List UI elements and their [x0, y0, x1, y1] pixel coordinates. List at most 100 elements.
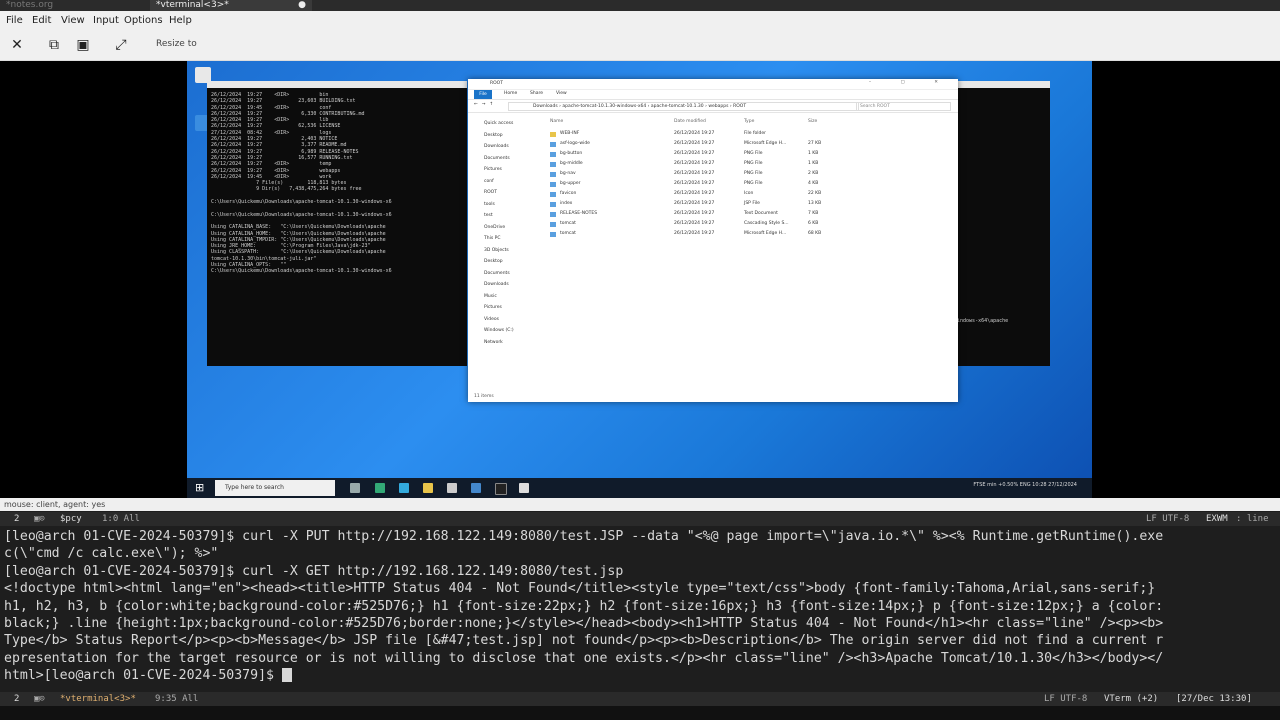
toolbar: ✕ ⧉ ▣ ⤢ Resize to [0, 30, 1280, 61]
store-taskbar-icon[interactable] [447, 483, 457, 493]
file-type: PNG File [744, 181, 763, 186]
file-size: 27 KB [808, 141, 822, 146]
cmd-output: 26/12/2024 19:27 <DIR> bin 26/12/2024 19… [211, 92, 392, 275]
menu-edit[interactable]: Edit [32, 15, 51, 26]
terminal-taskbar-icon[interactable] [495, 483, 507, 495]
tab-notes[interactable]: *notes.org [0, 0, 142, 11]
ribbon-file[interactable]: File [474, 90, 492, 99]
vm-viewer[interactable]: 26/12/2024 19:27 <DIR> bin 26/12/2024 19… [0, 61, 1280, 498]
tab-vterminal[interactable]: *vterminal<3>* ● [150, 0, 312, 11]
file-explorer-window[interactable]: ROOT – ▢ ✕ File Home Share View ←→↑ Down… [468, 79, 958, 402]
nav-item[interactable]: Documents [484, 271, 510, 276]
nav-item[interactable]: Pictures [484, 305, 502, 310]
nav-item[interactable]: Videos [484, 317, 499, 322]
terminal-line: html>[leo@arch 01-CVE-2024-50379]$ [4, 668, 282, 684]
nav-item[interactable]: Desktop [484, 259, 503, 264]
col-type[interactable]: Type [744, 119, 754, 124]
app-taskbar-icon[interactable] [519, 483, 529, 493]
file-size: 7 KB [808, 211, 819, 216]
nav-item[interactable]: ROOT [484, 190, 497, 195]
file-name: bg-button [560, 151, 583, 156]
file-type: JSP File [744, 201, 760, 206]
explorer-ribbon: File Home Share View [468, 90, 958, 100]
menu-input[interactable]: Input [93, 15, 119, 26]
fullscreen-icon[interactable]: ⤢ [112, 36, 130, 54]
col-date[interactable]: Date modified [674, 119, 706, 124]
nav-item[interactable]: Desktop [484, 133, 503, 138]
nav-item[interactable]: 3D Objects [484, 248, 509, 253]
file-name: RELEASE-NOTES [560, 211, 598, 216]
nav-item[interactable]: Windows (C:) [484, 328, 514, 333]
nav-item[interactable]: test [484, 213, 493, 218]
cmd-window[interactable]: 26/12/2024 19:27 <DIR> bin 26/12/2024 19… [207, 81, 467, 366]
start-icon[interactable]: ⊞ [195, 481, 204, 494]
taskbar-search[interactable]: Type here to search [215, 480, 335, 496]
nav-item[interactable]: Music [484, 294, 497, 299]
system-tray[interactable]: FTSE min +0.50% ENG 10:28 27/12/2024 [973, 482, 1077, 488]
resize-to-button[interactable]: Resize to [156, 39, 197, 49]
file-name: tomcat [560, 231, 576, 236]
ribbon-view[interactable]: View [556, 91, 567, 96]
major-mode: EXWM [1206, 514, 1228, 524]
cmd-window-2[interactable]: windows-x64\apache [952, 81, 1050, 366]
col-size[interactable]: Size [808, 119, 817, 124]
ribbon-home[interactable]: Home [504, 91, 517, 96]
clipboard-icon[interactable]: ▣ [74, 36, 92, 54]
ribbon-share[interactable]: Share [530, 91, 543, 96]
nav-item[interactable]: Pictures [484, 167, 502, 172]
menu-help[interactable]: Help [169, 15, 192, 26]
close-icon[interactable]: ● [298, 0, 306, 11]
file-size: 1 KB [808, 161, 819, 166]
col-name[interactable]: Name [550, 119, 563, 124]
edge-taskbar-icon[interactable] [375, 483, 385, 493]
nav-item[interactable]: Quick access [484, 121, 513, 126]
nav-item[interactable]: OneDrive [484, 225, 505, 230]
file-size: 13 KB [808, 201, 822, 206]
file-size: 68 KB [808, 231, 822, 236]
nav-item[interactable]: Network [484, 340, 503, 345]
file-type: Microsoft Edge H... [744, 231, 787, 236]
close-icon[interactable]: ✕ [8, 36, 26, 54]
vterm-terminal[interactable]: [leo@arch 01-CVE-2024-50379]$ curl -X PU… [0, 526, 1280, 692]
cmd2-output: windows-x64\apache [954, 318, 1009, 324]
window-controls[interactable]: – ▢ ✕ [869, 80, 952, 85]
nav-item[interactable]: Documents [484, 156, 510, 161]
file-date: 26/12/2024 19:27 [674, 161, 715, 166]
windows-desktop[interactable]: 26/12/2024 19:27 <DIR> bin 26/12/2024 19… [187, 61, 1092, 498]
menu-view[interactable]: View [61, 15, 85, 26]
file-icon [550, 142, 556, 147]
nav-item[interactable]: tools [484, 202, 495, 207]
position: 9:35 All [155, 694, 199, 704]
menu-options[interactable]: Options [124, 15, 163, 26]
explorer-status: 11 items [468, 392, 958, 402]
file-type: Microsoft Edge H... [744, 141, 787, 146]
browser-taskbar-icon[interactable] [399, 483, 409, 493]
nav-item[interactable]: conf [484, 179, 494, 184]
mail-taskbar-icon[interactable] [471, 483, 481, 493]
window-number: 2 [14, 694, 20, 704]
search-box[interactable]: Search ROOT [856, 102, 951, 111]
buffer-name: $pcy [60, 514, 82, 524]
file-type: File folder [744, 131, 767, 136]
address-bar[interactable]: Downloads › apache-tomcat-10.1.30-window… [508, 102, 859, 111]
echo-area [0, 706, 1280, 720]
file-date: 26/12/2024 19:27 [674, 211, 715, 216]
nav-arrows-icon[interactable]: ←→↑ [474, 102, 497, 107]
item-count: 11 items [474, 394, 494, 399]
nav-item[interactable]: Downloads [484, 144, 509, 149]
copy-icon[interactable]: ⧉ [45, 36, 63, 54]
line-state: : line [1236, 514, 1269, 524]
modeline-top: 2 ▣⊙ $pcy 1:0 All LF UTF-8 EXWM : line [0, 512, 1280, 526]
folder-taskbar-icon[interactable] [423, 483, 433, 493]
nav-item[interactable]: Downloads [484, 282, 509, 287]
file-size: 22 KB [808, 191, 822, 196]
menu-file[interactable]: File [6, 15, 23, 26]
major-mode: VTerm (+2) [1104, 694, 1159, 704]
terminal-line: <!doctype html><html lang="en"><head><ti… [4, 581, 1156, 597]
terminal-line: h1, h2, h3, b {color:white;background-co… [4, 598, 1164, 614]
nav-item[interactable]: This PC [484, 236, 500, 241]
file-icon [550, 192, 556, 197]
terminal-line: [leo@arch 01-CVE-2024-50379]$ curl -X GE… [4, 563, 624, 579]
file-date: 26/12/2024 19:27 [674, 131, 715, 136]
task-view-icon[interactable] [350, 483, 360, 493]
